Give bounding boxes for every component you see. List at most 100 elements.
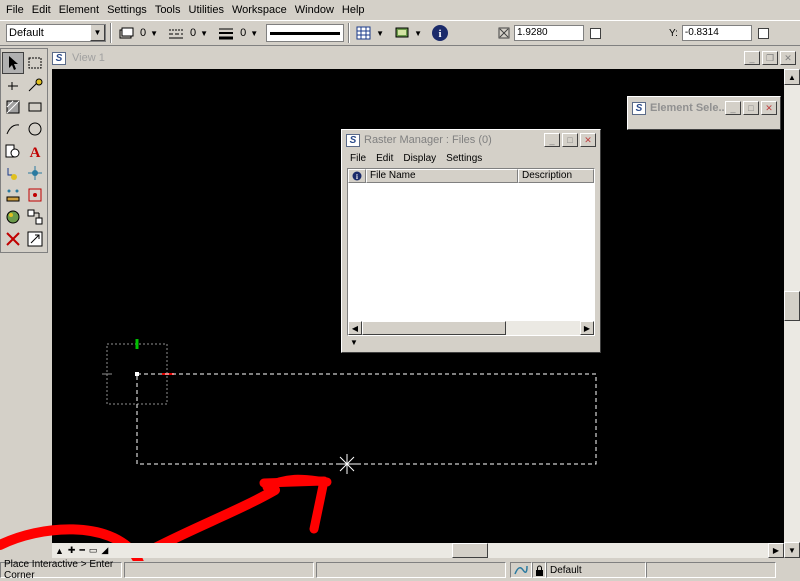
- snap-mode-icon[interactable]: [510, 562, 532, 578]
- cell-tool-icon[interactable]: [2, 140, 24, 162]
- raster-manager-title-bar[interactable]: S Raster Manager : Files (0) _ □ ✕: [342, 130, 600, 150]
- x-coordinate-field[interactable]: 1.9280: [513, 25, 584, 41]
- view-close-button[interactable]: ✕: [780, 51, 796, 65]
- column-description[interactable]: Description: [518, 169, 594, 183]
- raster-expand-icon[interactable]: ▼: [350, 338, 358, 347]
- window-area-icon[interactable]: ▭: [89, 545, 98, 556]
- view-control-tool-icon[interactable]: [24, 228, 46, 250]
- ellipse-tool-icon[interactable]: [24, 118, 46, 140]
- element-selection-title-bar[interactable]: S Element Sele... _ □ ✕: [628, 97, 780, 119]
- element-selection-title: Element Sele...: [650, 102, 728, 114]
- grid-icon[interactable]: [354, 24, 374, 42]
- cursor-crosshair-icon: [337, 454, 357, 474]
- y-lock-checkbox[interactable]: [757, 27, 769, 39]
- measure-tool-icon[interactable]: [24, 74, 46, 96]
- raster-minimize-button[interactable]: _: [544, 133, 560, 147]
- menu-help[interactable]: Help: [342, 4, 365, 16]
- element-selection-tool-icon[interactable]: [2, 52, 24, 74]
- vertical-scroll-thumb[interactable]: [784, 291, 800, 321]
- element-selection-minimize-button[interactable]: _: [725, 101, 741, 115]
- raster-close-button[interactable]: ✕: [580, 133, 596, 147]
- scroll-right-icon[interactable]: ▶: [768, 543, 784, 558]
- modify-tool-icon[interactable]: [2, 184, 24, 206]
- scroll-up-icon[interactable]: ▲: [784, 69, 800, 85]
- menu-tools[interactable]: Tools: [155, 4, 181, 16]
- svg-text:A: A: [30, 145, 41, 159]
- raster-menu-file[interactable]: File: [350, 153, 366, 164]
- raster-file-list[interactable]: i File Name Description ◀ ▶: [347, 168, 595, 336]
- column-file-name[interactable]: File Name: [366, 169, 518, 183]
- menu-element[interactable]: Element: [59, 4, 99, 16]
- color-dropdown-icon[interactable]: ▼: [150, 29, 158, 38]
- line-style-icon[interactable]: [166, 24, 186, 42]
- place-rectangle-preview: [136, 373, 597, 465]
- drop-element-tool-icon[interactable]: [24, 184, 46, 206]
- change-attributes-tool-icon[interactable]: [2, 206, 24, 228]
- raster-scroll-left-icon[interactable]: ◀: [348, 321, 362, 335]
- element-selection-close-button[interactable]: ✕: [761, 101, 777, 115]
- fence-tool-icon[interactable]: [24, 52, 46, 74]
- menu-window[interactable]: Window: [295, 4, 334, 16]
- menu-workspace[interactable]: Workspace: [232, 4, 287, 16]
- weight-value: 0: [240, 27, 247, 39]
- line-preview[interactable]: [266, 24, 345, 42]
- style-dropdown-icon[interactable]: ▼: [200, 29, 208, 38]
- layers-dropdown-icon[interactable]: ▼: [414, 29, 422, 38]
- level-dropdown-icon[interactable]: ▼: [90, 25, 105, 41]
- x-lock-checkbox[interactable]: [589, 27, 601, 39]
- menu-settings[interactable]: Settings: [107, 4, 147, 16]
- raster-menu-bar: File Edit Display Settings: [342, 150, 600, 166]
- raster-menu-display[interactable]: Display: [403, 153, 436, 164]
- raster-menu-settings[interactable]: Settings: [446, 153, 482, 164]
- view-controls: ▲ ✚ ━ ▭ ◢: [52, 543, 108, 558]
- attributes-toolbar: Default ▼ 0 ▼ 0 ▼ 0 ▼ ▼ ▼ i 1.9280 Y: -0…: [0, 20, 800, 46]
- raster-list-hscrollbar[interactable]: ◀ ▶: [348, 321, 594, 335]
- delete-element-tool-icon[interactable]: [2, 228, 24, 250]
- menu-edit[interactable]: Edit: [32, 4, 51, 16]
- update-view-icon[interactable]: ▲: [55, 546, 64, 556]
- status-info: [316, 562, 506, 578]
- horizontal-scrollbar[interactable]: ▲ ✚ ━ ▭ ◢ ▶: [52, 543, 784, 558]
- svg-text:i: i: [438, 28, 441, 40]
- info-column-icon[interactable]: i: [348, 169, 366, 183]
- microstation-logo-icon: S: [632, 101, 646, 115]
- style-value: 0: [190, 27, 197, 39]
- fit-view-icon[interactable]: ◢: [101, 545, 108, 556]
- grid-dropdown-icon[interactable]: ▼: [376, 29, 384, 38]
- view-restore-button[interactable]: ❐: [762, 51, 778, 65]
- text-tool-icon[interactable]: A: [24, 140, 46, 162]
- scroll-down-icon[interactable]: ▼: [784, 542, 800, 558]
- view-title-bar[interactable]: S View 1 _ ❐ ✕: [48, 48, 800, 68]
- arc-tool-icon[interactable]: [2, 118, 24, 140]
- raster-list-header: i File Name Description: [348, 169, 594, 183]
- patterning-tool-icon[interactable]: [2, 96, 24, 118]
- zoom-out-icon[interactable]: ━: [79, 545, 84, 556]
- element-selection-maximize-button[interactable]: □: [743, 101, 759, 115]
- menu-file[interactable]: File: [6, 4, 24, 16]
- dimension-tool-icon[interactable]: [2, 162, 24, 184]
- raster-maximize-button[interactable]: □: [562, 133, 578, 147]
- lock-icon[interactable]: [532, 562, 546, 578]
- zoom-in-icon[interactable]: ✚: [68, 545, 76, 556]
- microstation-logo-icon: S: [52, 51, 66, 65]
- main-tool-palette: A: [0, 48, 48, 253]
- level-combo[interactable]: Default ▼: [6, 24, 106, 42]
- vertical-scrollbar[interactable]: ▲ ▼: [784, 69, 800, 558]
- menu-utilities[interactable]: Utilities: [189, 4, 224, 16]
- layers-icon[interactable]: [392, 24, 412, 42]
- place-point-tool-icon[interactable]: [2, 74, 24, 96]
- horizontal-scroll-thumb[interactable]: [452, 543, 488, 558]
- y-coordinate-field[interactable]: -0.8314: [681, 25, 752, 41]
- status-bar: Place Interactive > Enter Corner Default: [0, 559, 800, 581]
- color-icon[interactable]: [116, 24, 136, 42]
- line-weight-icon[interactable]: [216, 24, 236, 42]
- info-icon[interactable]: i: [430, 24, 450, 42]
- manipulate-tool-icon[interactable]: [24, 162, 46, 184]
- group-tool-icon[interactable]: [24, 206, 46, 228]
- raster-menu-edit[interactable]: Edit: [376, 153, 393, 164]
- rectangle-tool-icon[interactable]: [24, 96, 46, 118]
- view-minimize-button[interactable]: _: [744, 51, 760, 65]
- raster-scroll-right-icon[interactable]: ▶: [580, 321, 594, 335]
- weight-dropdown-icon[interactable]: ▼: [250, 29, 258, 38]
- raster-scroll-thumb[interactable]: [362, 321, 506, 335]
